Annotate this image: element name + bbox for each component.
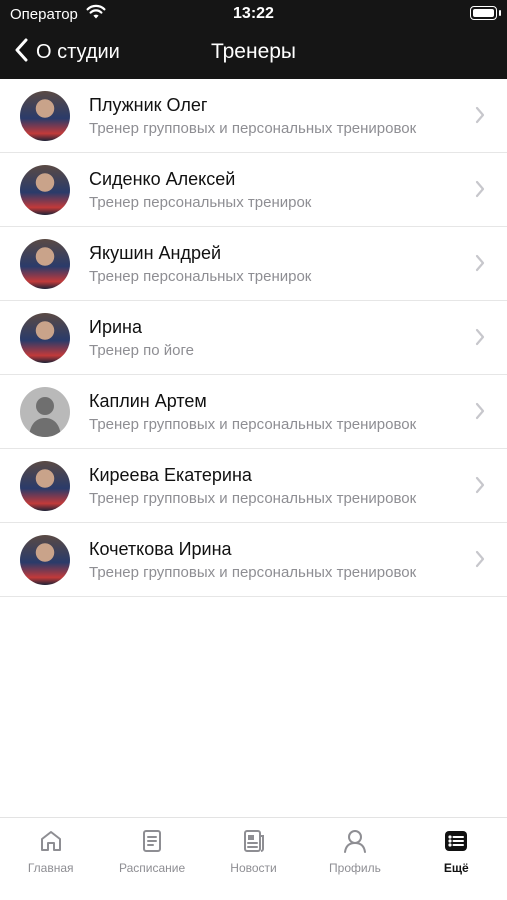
trainer-row[interactable]: Сиденко Алексей Тренер персональных трен… xyxy=(0,153,507,227)
page-title: Тренеры xyxy=(210,40,297,63)
trainer-role: Тренер по йоге xyxy=(89,342,194,359)
chevron-right-icon xyxy=(475,180,485,203)
profile-icon xyxy=(342,828,368,859)
avatar xyxy=(20,535,70,585)
tab-schedule[interactable]: Расписание xyxy=(101,818,202,900)
tab-home[interactable]: Главная xyxy=(0,818,101,900)
status-time: 13:22 xyxy=(233,5,274,22)
trainer-name: Сиденко Алексей xyxy=(89,169,236,189)
home-icon xyxy=(38,828,64,859)
chevron-right-icon xyxy=(475,402,485,425)
tab-bar: Главная Расписание Новости Профиль Ещё xyxy=(0,817,507,900)
trainer-row[interactable]: Ирина Тренер по йоге xyxy=(0,301,507,375)
trainer-name: Каплин Артем xyxy=(89,391,207,411)
more-icon xyxy=(443,828,469,859)
chevron-right-icon xyxy=(475,476,485,499)
trainer-row[interactable]: Киреева Екатерина Тренер групповых и пер… xyxy=(0,449,507,523)
status-bar: Оператор 13:22 xyxy=(0,0,507,28)
trainer-list: Плужник Олег Тренер групповых и персонал… xyxy=(0,79,507,597)
news-icon xyxy=(241,828,267,859)
trainer-row[interactable]: Каплин Артем Тренер групповых и персонал… xyxy=(0,375,507,449)
trainer-row[interactable]: Кочеткова Ирина Тренер групповых и персо… xyxy=(0,523,507,597)
trainer-name: Якушин Андрей xyxy=(89,243,222,263)
trainer-role: Тренер групповых и персональных трениров… xyxy=(89,490,417,507)
tab-profile[interactable]: Профиль xyxy=(304,818,405,900)
chevron-right-icon xyxy=(475,106,485,129)
schedule-icon xyxy=(139,828,165,859)
avatar xyxy=(20,239,70,289)
tab-more[interactable]: Ещё xyxy=(406,818,507,900)
trainer-role: Тренер групповых и персональных трениров… xyxy=(89,120,417,137)
navigation-header: Оператор 13:22 О студии Тренеры xyxy=(0,0,507,79)
battery-icon xyxy=(470,6,501,20)
chevron-right-icon xyxy=(475,550,485,573)
tab-label: Расписание xyxy=(119,861,186,875)
chevron-right-icon xyxy=(475,328,485,351)
default-user-icon xyxy=(20,387,70,437)
tab-label: Новости xyxy=(230,861,277,875)
tab-news[interactable]: Новости xyxy=(203,818,304,900)
trainer-role: Тренер групповых и персональных трениров… xyxy=(89,416,417,433)
trainer-role: Тренер групповых и персональных трениров… xyxy=(89,564,417,581)
tab-label: Ещё xyxy=(443,861,469,875)
trainer-name: Плужник Олег xyxy=(89,95,208,115)
avatar xyxy=(20,165,70,215)
avatar xyxy=(20,461,70,511)
trainer-name: Киреева Екатерина xyxy=(89,465,252,485)
trainer-name: Ирина xyxy=(89,317,142,337)
trainer-role: Тренер персональных тренирок xyxy=(89,268,312,285)
tab-label: Профиль xyxy=(329,861,381,875)
tab-label: Главная xyxy=(27,861,74,875)
trainer-row[interactable]: Плужник Олег Тренер групповых и персонал… xyxy=(0,79,507,153)
avatar xyxy=(20,313,70,363)
trainer-name: Кочеткова Ирина xyxy=(89,539,232,559)
avatar xyxy=(20,91,70,141)
trainer-row[interactable]: Якушин Андрей Тренер персональных тренир… xyxy=(0,227,507,301)
chevron-right-icon xyxy=(475,254,485,277)
trainer-role: Тренер персональных тренирок xyxy=(89,194,312,211)
